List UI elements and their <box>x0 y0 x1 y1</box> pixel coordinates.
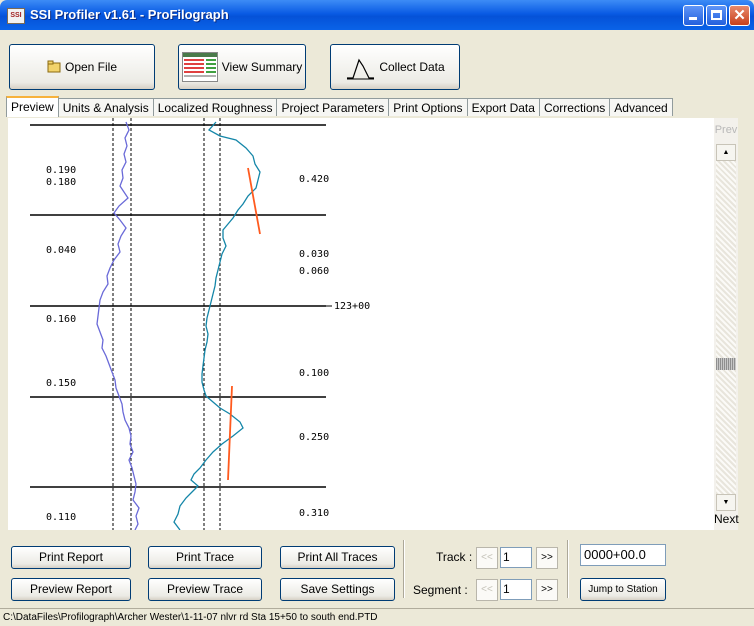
tab-advanced[interactable]: Advanced <box>609 98 673 116</box>
segment-number-input[interactable]: 1 <box>500 579 532 600</box>
close-icon: ✕ <box>733 7 746 24</box>
tab-preview[interactable]: Preview <box>6 96 59 117</box>
tab-project-parameters[interactable]: Project Parameters <box>276 98 390 116</box>
collect-data-label: Collect Data <box>379 60 445 74</box>
left-segment-value: 0.110 <box>46 512 76 523</box>
right-segment-value: 0.060 <box>299 266 329 277</box>
preview-trace-button[interactable]: Preview Trace <box>148 578 262 601</box>
bottom-control-panel: Print Report Print Trace Print All Trace… <box>0 530 754 608</box>
tab-corrections[interactable]: Corrections <box>538 98 611 116</box>
tab-localized-roughness[interactable]: Localized Roughness <box>152 98 278 116</box>
print-all-traces-button[interactable]: Print All Traces <box>280 546 395 569</box>
tab-strip: Preview Units & Analysis Localized Rough… <box>6 96 733 118</box>
right-segment-value: 0.030 <box>299 249 329 260</box>
left-segment-value: 0.180 <box>46 177 76 188</box>
maximize-button[interactable] <box>706 5 727 26</box>
minimize-button[interactable] <box>683 5 704 26</box>
summary-sheet-icon <box>181 52 218 82</box>
view-summary-label: View Summary <box>221 60 303 74</box>
profile-curve-icon <box>347 58 375 80</box>
segment-prev-button[interactable]: << <box>476 579 498 601</box>
window-title: SSI Profiler v1.61 - ProFilograph <box>30 7 229 22</box>
collect-data-button[interactable]: Collect Data <box>330 44 460 90</box>
tab-export-data[interactable]: Export Data <box>466 98 540 116</box>
app-window: SSI SSI Profiler v1.61 - ProFilograph ✕ … <box>0 0 754 626</box>
close-button[interactable]: ✕ <box>729 5 750 26</box>
tab-print-options[interactable]: Print Options <box>388 98 468 116</box>
right-profile-trace <box>173 121 261 531</box>
separator <box>403 540 404 598</box>
track-next-button[interactable]: >> <box>536 547 558 569</box>
open-file-label: Open File <box>64 60 118 74</box>
track-prev-button[interactable]: << <box>476 547 498 569</box>
bump-indicator <box>227 385 233 481</box>
status-bar: C:\DataFiles\Profilograph\Archer Wester\… <box>0 608 754 626</box>
segment-label: Segment : <box>413 583 468 597</box>
left-segment-value: 0.160 <box>46 314 76 325</box>
left-profile-trace <box>96 121 140 531</box>
file-path-text: C:\DataFiles\Profilograph\Archer Wester\… <box>3 612 378 623</box>
next-page-label[interactable]: Next <box>714 512 739 526</box>
scroll-up-button[interactable]: ▲ <box>716 144 736 161</box>
app-icon: SSI <box>7 8 25 24</box>
right-segment-value: 0.100 <box>299 368 329 379</box>
track-number-input[interactable]: 1 <box>500 547 532 568</box>
scroll-thumb[interactable] <box>716 358 736 370</box>
preview-scrollbar[interactable]: Prev ▲ ▼ Next <box>714 118 739 530</box>
print-report-button[interactable]: Print Report <box>11 546 131 569</box>
prev-page-label[interactable]: Prev <box>714 124 738 136</box>
trace-preview-panel: 0.190 0.180 0.040 0.160 0.150 0.110 0.42… <box>8 118 714 531</box>
minimize-icon <box>689 17 697 20</box>
right-segment-value: 0.420 <box>299 174 329 185</box>
scroll-track[interactable] <box>716 161 736 494</box>
left-segment-value: 0.190 <box>46 165 76 176</box>
save-settings-button[interactable]: Save Settings <box>280 578 395 601</box>
separator <box>567 540 568 598</box>
maximize-icon <box>711 10 722 20</box>
left-segment-value: 0.040 <box>46 245 76 256</box>
station-marker-label: 123+00 <box>334 301 370 312</box>
open-file-button[interactable]: Open File <box>9 44 155 90</box>
folder-icon <box>47 60 61 73</box>
station-input[interactable]: 0000+00.0 <box>580 544 666 566</box>
right-segment-value: 0.250 <box>299 432 329 443</box>
segment-next-button[interactable]: >> <box>536 579 558 601</box>
profile-trace-canvas: 0.190 0.180 0.040 0.160 0.150 0.110 0.42… <box>30 118 370 531</box>
track-label: Track : <box>436 550 473 564</box>
scroll-down-button[interactable]: ▼ <box>716 494 736 511</box>
preview-report-button[interactable]: Preview Report <box>11 578 131 601</box>
title-bar[interactable]: SSI SSI Profiler v1.61 - ProFilograph ✕ <box>0 0 754 30</box>
right-segment-value: 0.310 <box>299 508 329 519</box>
left-segment-value: 0.150 <box>46 378 76 389</box>
view-summary-button[interactable]: View Summary <box>178 44 306 90</box>
print-trace-button[interactable]: Print Trace <box>148 546 262 569</box>
jump-to-station-button[interactable]: Jump to Station <box>580 578 666 601</box>
tab-units-analysis[interactable]: Units & Analysis <box>57 98 154 116</box>
